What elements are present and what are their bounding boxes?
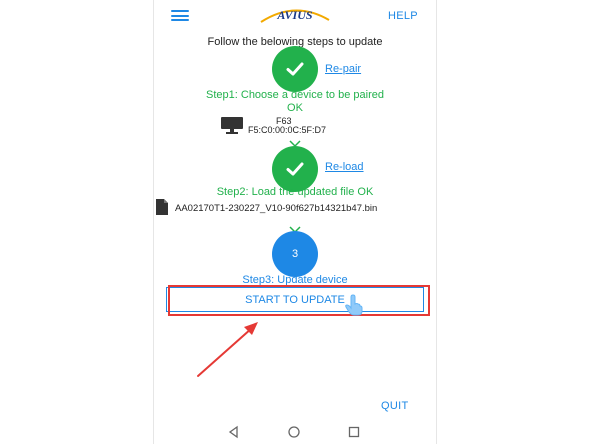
step3-number-circle: 3 [272, 231, 318, 277]
quit-button[interactable]: QUIT [381, 400, 408, 412]
annotation-arrow [197, 322, 258, 377]
re-load-link[interactable]: Re-load [325, 161, 364, 173]
check-icon [286, 62, 304, 76]
help-link[interactable]: HELP [388, 10, 418, 22]
home-icon[interactable] [287, 425, 301, 439]
app-logo: AVIUS [260, 8, 330, 23]
device-mac: F5:C0:00:0C:5F:D7 [248, 125, 327, 135]
step1-text: Step1: Choose a device to be paired OK [153, 89, 437, 115]
start-update-button[interactable]: START TO UPDATE [166, 287, 424, 312]
back-icon[interactable] [227, 425, 241, 439]
hand-pointer-icon [345, 294, 363, 316]
step1-check-circle [272, 46, 318, 92]
file-icon [156, 199, 168, 215]
monitor-icon [221, 117, 243, 134]
re-pair-link[interactable]: Re-pair [325, 63, 361, 75]
file-name: AA02170T1-230227_V10-90f627b14321b47.bin [175, 203, 378, 214]
step2-text: Step2: Load the updated file OK [216, 186, 374, 198]
step3-text: Step3: Update device [242, 274, 348, 286]
check-icon [286, 162, 304, 176]
menu-icon[interactable] [171, 10, 189, 21]
step1-text-line1: Step1: Choose a device to be paired [206, 89, 384, 101]
recents-icon[interactable] [347, 425, 361, 439]
step1-text-line2: OK [287, 102, 303, 114]
svg-text:AVIUS: AVIUS [276, 8, 312, 22]
system-nav-bar [153, 420, 437, 444]
